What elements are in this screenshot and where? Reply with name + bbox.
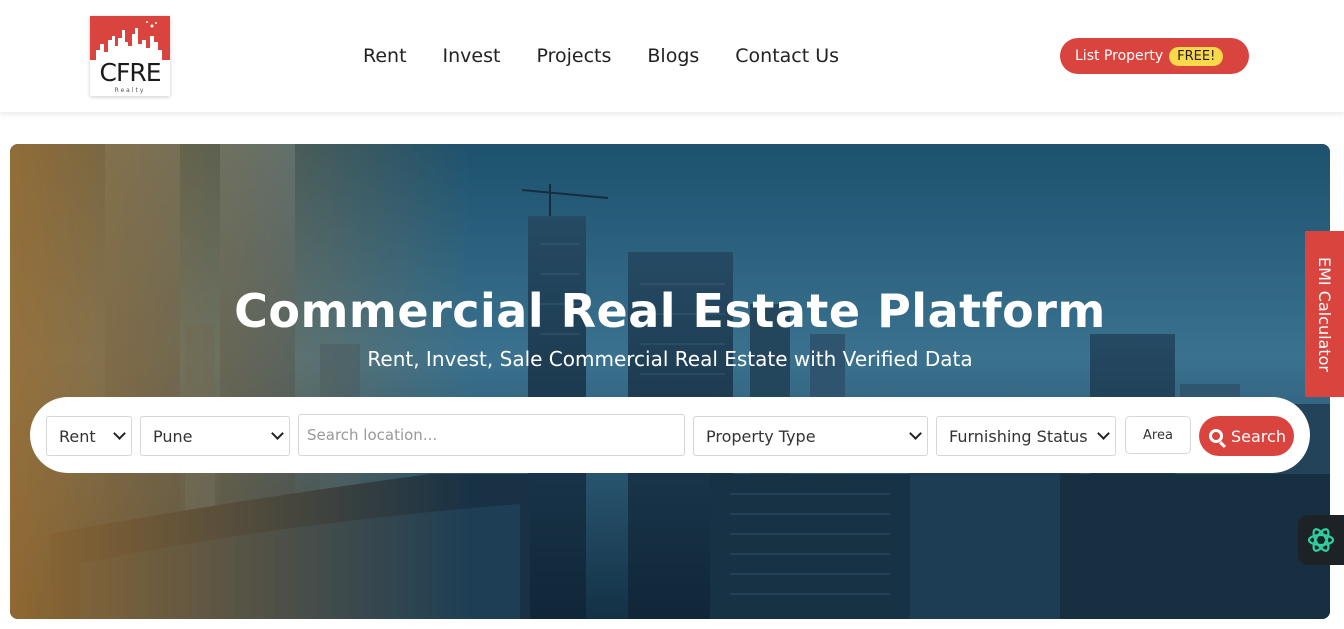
free-badge: FREE! xyxy=(1169,46,1224,66)
search-button[interactable]: Search xyxy=(1199,416,1294,456)
nav-invest[interactable]: Invest xyxy=(443,43,501,69)
chevron-down-icon xyxy=(271,427,284,440)
hero-title: Commercial Real Estate Platform xyxy=(234,284,1106,338)
emi-calculator-label: EMI Calculator xyxy=(1315,256,1334,372)
city-select[interactable]: Pune xyxy=(140,416,290,456)
chevron-down-icon xyxy=(909,427,922,440)
search-bar: Rent Pune Search location... Property Ty… xyxy=(30,397,1310,473)
logo-text: CFRE xyxy=(99,58,161,87)
nav-rent[interactable]: Rent xyxy=(363,43,407,69)
openai-chat-icon xyxy=(1307,528,1335,552)
main-nav: Rent Invest Projects Blogs Contact Us xyxy=(363,43,875,69)
chevron-down-icon xyxy=(113,427,126,440)
site-header: CFRE Realty Rent Invest Projects Blogs C… xyxy=(0,0,1344,112)
hero-overlay xyxy=(10,144,1330,619)
search-button-label: Search xyxy=(1231,426,1286,446)
ai-chat-widget[interactable] xyxy=(1298,515,1344,565)
nav-blogs[interactable]: Blogs xyxy=(647,43,699,69)
area-button[interactable]: Area xyxy=(1125,416,1191,454)
city-value: Pune xyxy=(153,426,193,446)
city-skyline-logo-icon xyxy=(90,16,170,60)
nav-contact-us[interactable]: Contact Us xyxy=(735,43,839,69)
property-type-value: Property Type xyxy=(706,426,816,446)
transaction-type-select[interactable]: Rent xyxy=(46,416,132,456)
logo-subtext: Realty xyxy=(114,87,146,94)
nav-projects[interactable]: Projects xyxy=(536,43,611,69)
list-property-label: List Property xyxy=(1075,48,1164,64)
hero-subtitle: Rent, Invest, Sale Commercial Real Estat… xyxy=(367,347,973,371)
location-search-input[interactable]: Search location... xyxy=(298,414,685,456)
location-placeholder: Search location... xyxy=(307,426,438,444)
property-type-select[interactable]: Property Type xyxy=(693,416,928,456)
chevron-down-icon xyxy=(1097,427,1110,440)
furnishing-status-select[interactable]: Furnishing Status xyxy=(936,416,1116,456)
hero-banner: Commercial Real Estate Platform Rent, In… xyxy=(10,144,1330,619)
search-icon xyxy=(1209,429,1223,443)
transaction-type-value: Rent xyxy=(59,426,96,446)
furnishing-status-value: Furnishing Status xyxy=(949,426,1088,446)
emi-calculator-tab[interactable]: EMI Calculator xyxy=(1305,231,1344,397)
list-property-button[interactable]: List Property FREE! xyxy=(1060,38,1249,74)
logo[interactable]: CFRE Realty xyxy=(90,16,170,96)
